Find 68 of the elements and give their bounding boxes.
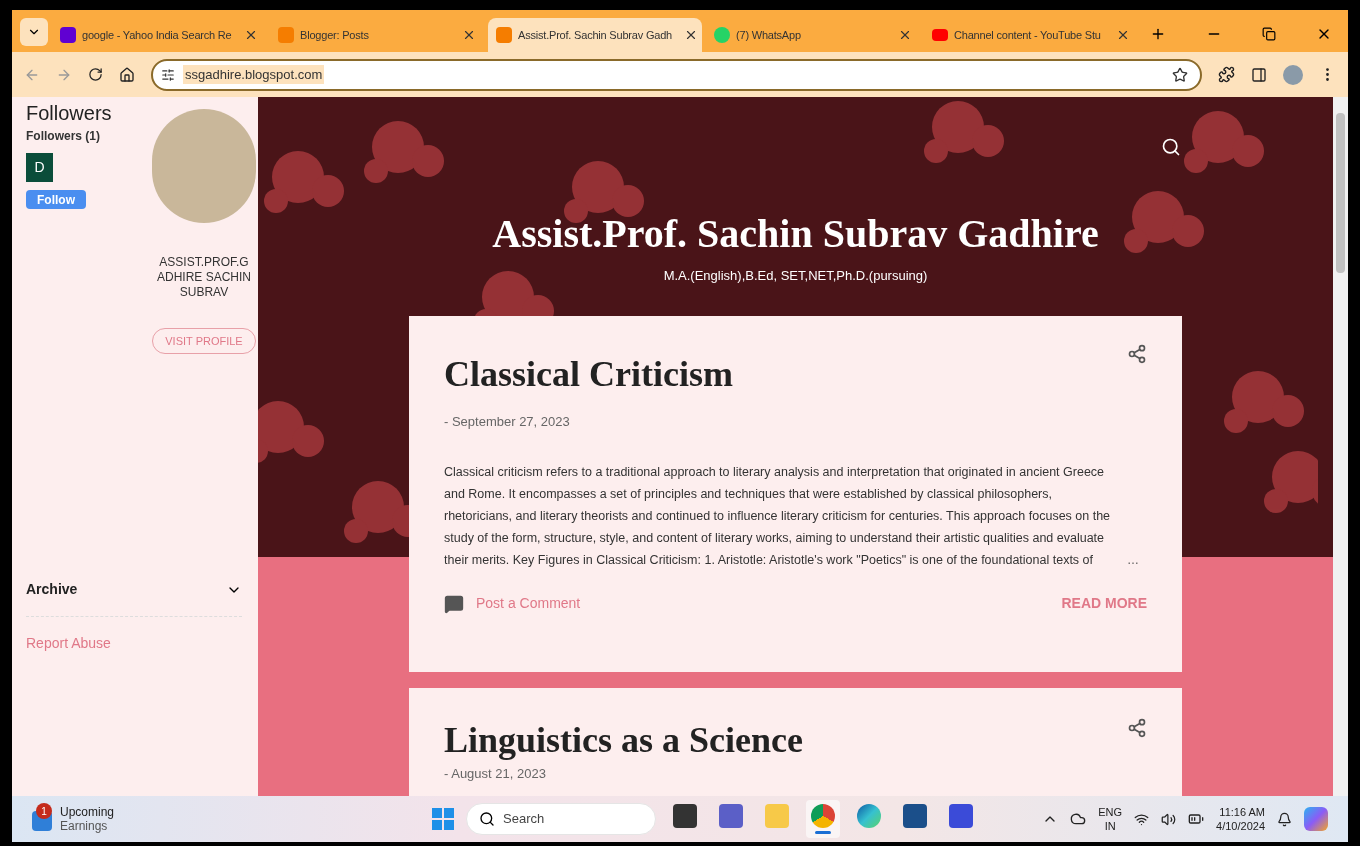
blog-subtitle: M.A.(English),B.Ed, SET,NET,Ph.D.(pursuing)	[663, 267, 928, 285]
close-icon[interactable]	[684, 28, 698, 42]
post-date: - September 27, 2023	[444, 412, 571, 431]
post-excerpt: Classical criticism refers to a traditional approach to literary analysis and interpretation that originated in ancient Greece and Rome. It encompasses a set of principles and techniques that were established by classical philosophers, rhetoricians, and literary theorists and continued to influence literary criticism for centuries. This approach focuses on the study of the form, structure, style, and content of literary works, aiming to understand their artistic qualities and evaluate their merits. Key Figures in Classical Criticism: 1. Aristotle: Aristotle's work "Poetics" is one of the foundational texts of	[444, 464, 1112, 569]
extensions-icon[interactable]	[1218, 66, 1235, 83]
bell-icon[interactable]	[1277, 811, 1292, 827]
cloud-icon[interactable]	[1070, 811, 1087, 827]
restore-icon[interactable]	[1262, 27, 1276, 41]
follower-avatar[interactable]: D	[26, 153, 53, 182]
battery-icon[interactable]	[1188, 811, 1205, 827]
home-icon[interactable]	[119, 66, 135, 83]
clock-date[interactable]: 4/10/2024	[1216, 819, 1265, 833]
tab-title: Blogger: Posts	[300, 27, 369, 43]
url-text: ssgadhire.blogspot.com	[183, 64, 325, 85]
favicon-icon	[496, 27, 512, 43]
taskbar-search-field[interactable]: Search	[466, 803, 656, 835]
site-info-icon[interactable]	[161, 67, 175, 82]
new-tab-icon[interactable]	[1150, 26, 1166, 42]
blog-title: Assist.Prof. Sachin Subrav Gadhire	[492, 210, 1099, 258]
ellipsis-text: …	[1127, 552, 1139, 569]
close-icon[interactable]	[244, 28, 258, 42]
reload-icon[interactable]	[88, 67, 103, 82]
close-icon[interactable]	[898, 28, 912, 42]
tab-title: (7) WhatsApp	[736, 27, 801, 43]
favicon-icon	[714, 27, 730, 43]
tab-title: Channel content - YouTube Stu	[954, 27, 1101, 43]
language-label[interactable]: ENG	[1098, 805, 1123, 819]
close-icon[interactable]	[1116, 28, 1130, 42]
search-placeholder: Search	[503, 810, 545, 829]
tab-title: google - Yahoo India Search Re	[82, 27, 232, 43]
browser-tab[interactable]: Blogger: Posts	[270, 18, 484, 52]
widget-subtitle: Earnings	[60, 819, 109, 833]
share-icon[interactable]	[1127, 343, 1147, 364]
taskbar-app-slot[interactable]	[806, 800, 840, 838]
widget-title: Upcoming	[60, 805, 115, 819]
region-label[interactable]: IN	[1104, 819, 1116, 833]
close-icon[interactable]	[462, 28, 476, 42]
speaker-icon[interactable]	[1161, 811, 1177, 827]
browser-tab[interactable]: google - Yahoo India Search Re	[52, 18, 266, 52]
windows-start-icon[interactable]	[432, 808, 454, 830]
profile-name: ASSIST.PROF.GADHIRE SACHIN SUBRAV	[156, 255, 252, 300]
archive-label: Archive	[26, 580, 78, 599]
browser-tab[interactable]: Assist.Prof. Sachin Subrav Gadh	[488, 18, 702, 52]
tab-title: Assist.Prof. Sachin Subrav Gadh	[518, 27, 672, 43]
wifi-icon[interactable]	[1134, 811, 1150, 827]
address-field[interactable]: ssgadhire.blogspot.com	[151, 58, 1202, 91]
post-title[interactable]: Linguistics as a Science	[444, 717, 803, 762]
post-date: - August 21, 2023	[444, 765, 547, 782]
browser-tab[interactable]: (7) WhatsApp	[706, 18, 920, 52]
favicon-icon	[278, 27, 294, 43]
comment-icon[interactable]	[444, 593, 464, 614]
app-icon[interactable]	[949, 804, 973, 828]
scrollbar[interactable]	[1333, 97, 1348, 796]
followers-heading: Followers	[26, 101, 112, 125]
notification-badge: 1	[36, 803, 52, 819]
side-panel-icon[interactable]	[1251, 66, 1267, 83]
post-title[interactable]: Classical Criticism	[444, 351, 733, 396]
search-icon	[479, 811, 495, 827]
bookmark-star-icon[interactable]	[1172, 66, 1188, 83]
favicon-icon	[60, 27, 76, 43]
archive-header[interactable]: Archive	[26, 579, 256, 600]
clock-time[interactable]: 11:16 AM	[1219, 805, 1265, 819]
browser-tab[interactable]: Channel content - YouTube Stu	[924, 18, 1138, 52]
favicon-icon	[932, 29, 948, 41]
search-icon[interactable]	[1161, 137, 1181, 157]
share-icon[interactable]	[1127, 717, 1147, 738]
scrollbar-thumb[interactable]	[1336, 113, 1345, 273]
followers-count: Followers (1)	[26, 128, 100, 145]
